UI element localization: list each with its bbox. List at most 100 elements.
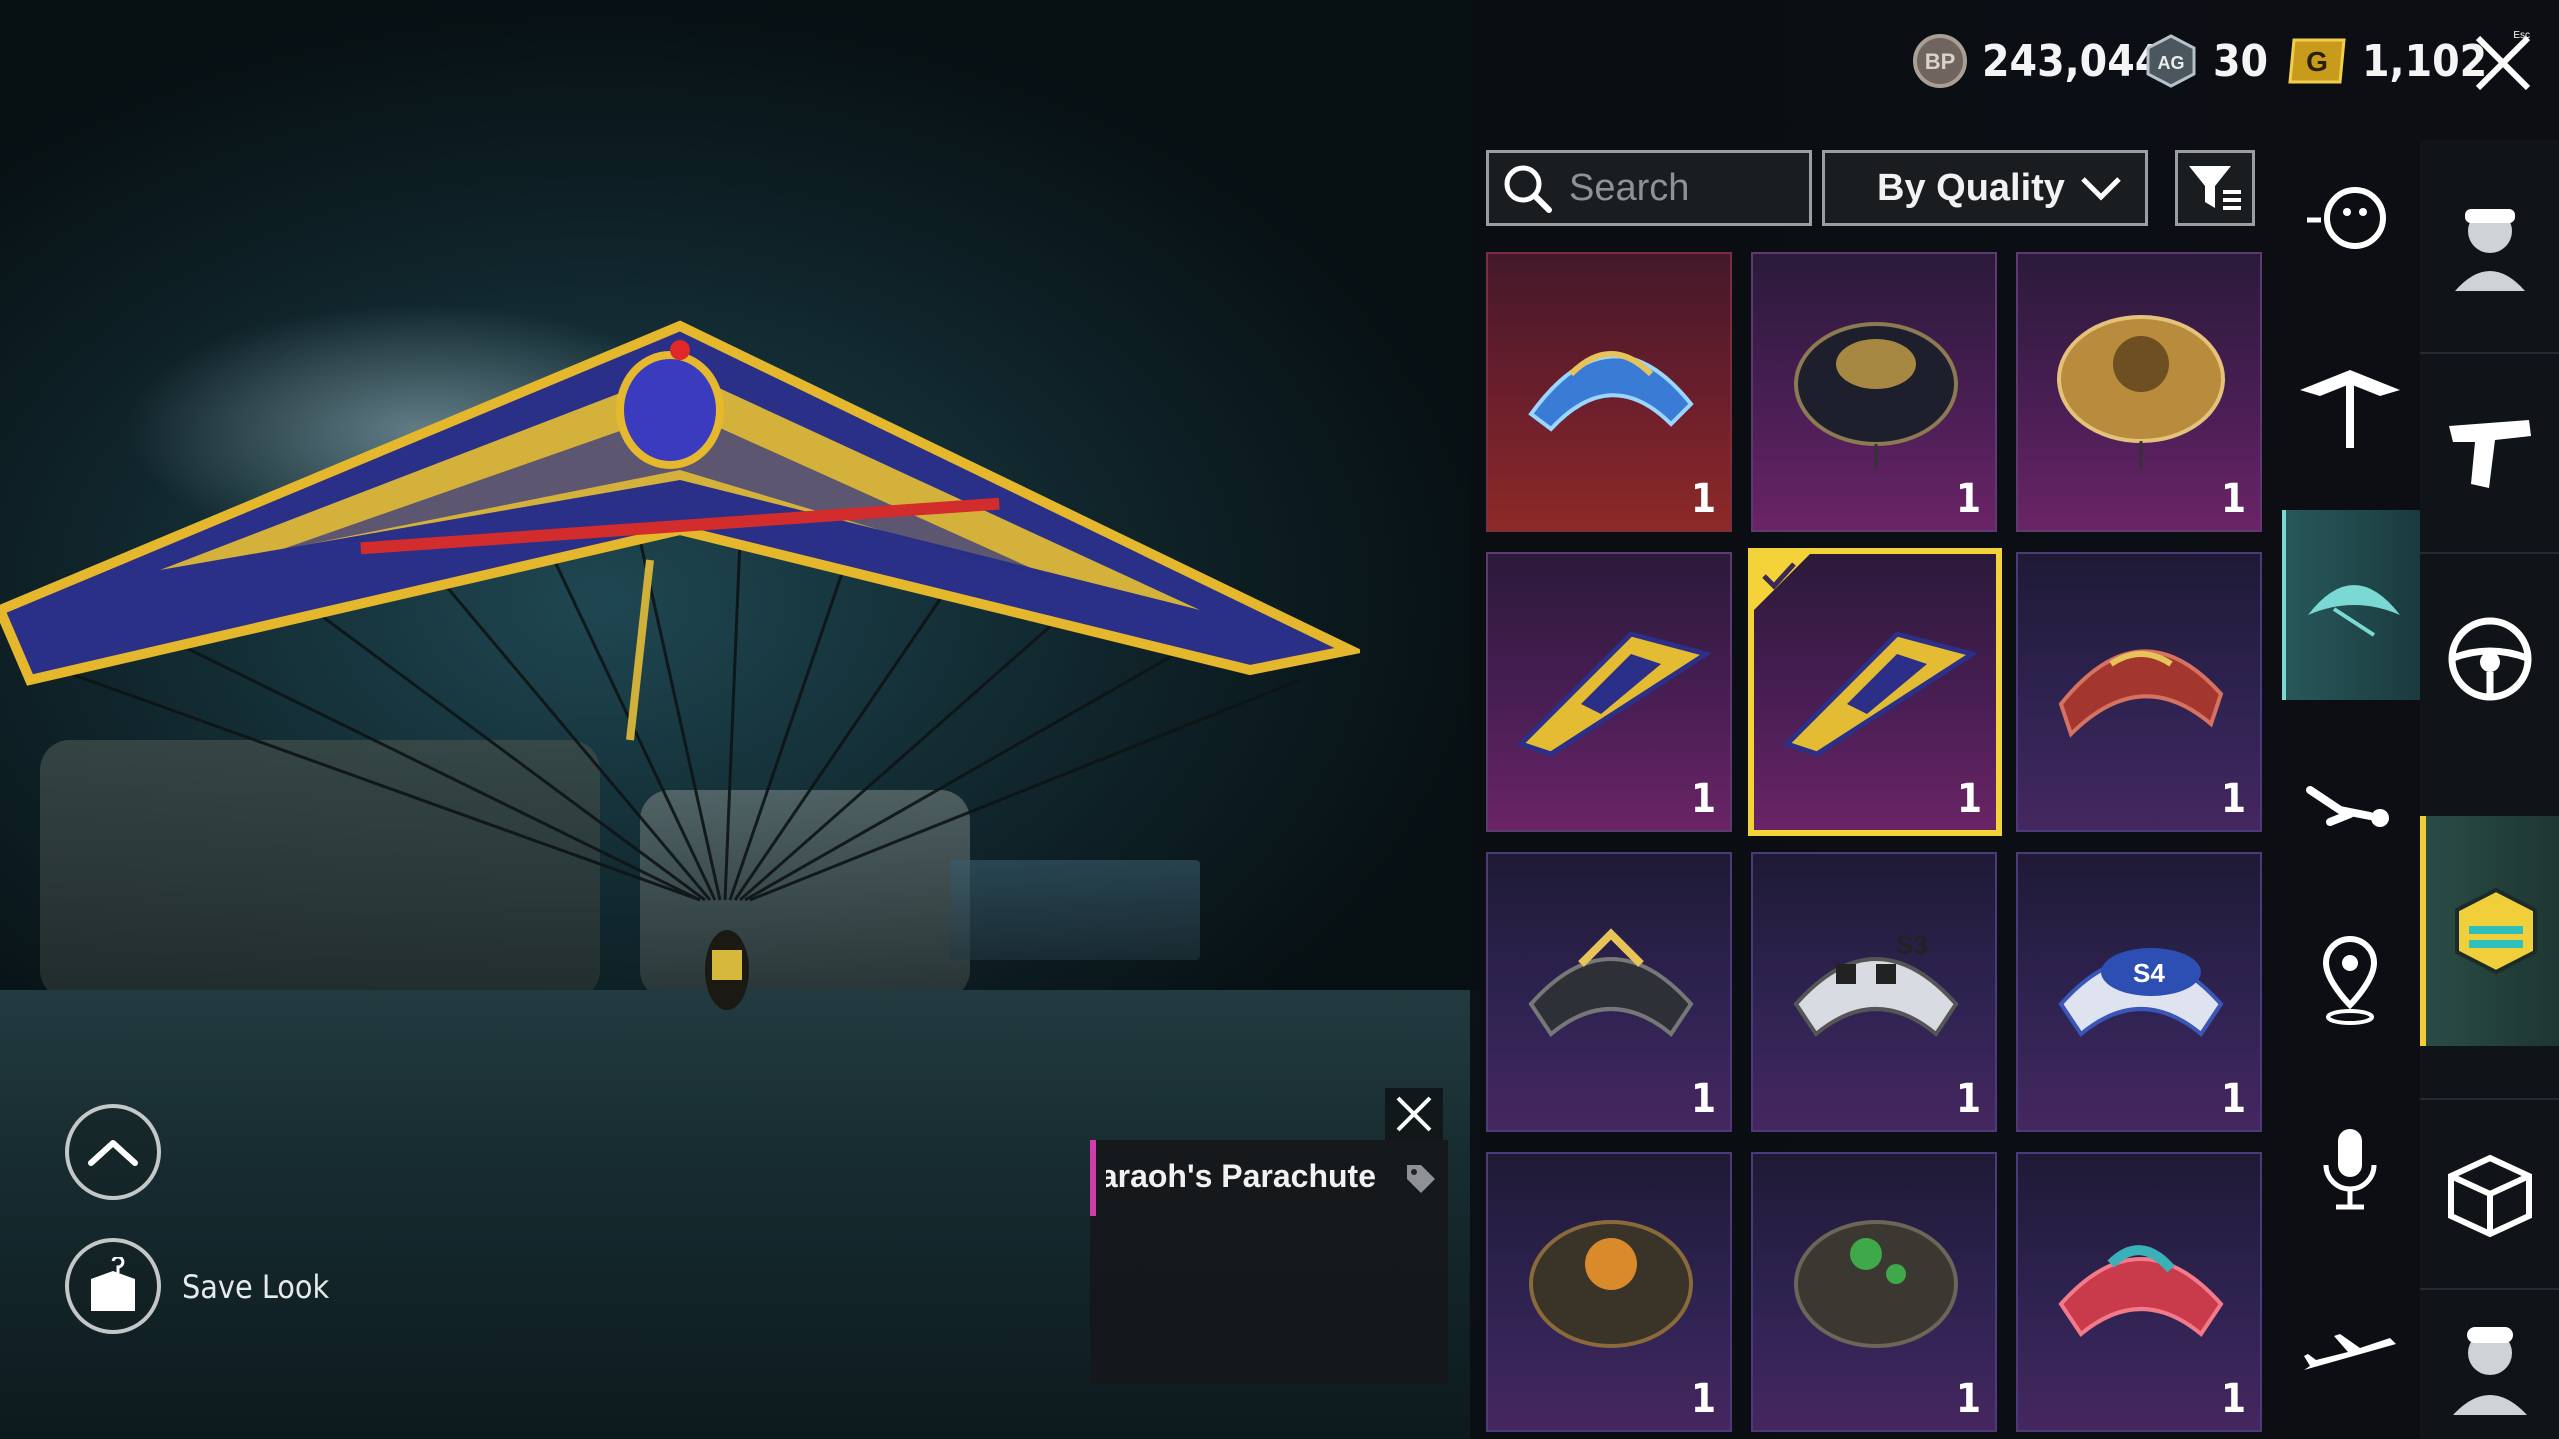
tab-divider (2420, 552, 2559, 554)
tab-crates[interactable] (2420, 1100, 2559, 1290)
tooltip-close-button[interactable] (1385, 1088, 1443, 1140)
currency-g: G 1,102 (2288, 30, 2487, 92)
pharaoh-glider-icon (1516, 631, 1711, 757)
quality-bar (1090, 1140, 1096, 1216)
item-tooltip: Pharaoh's Parachute ( (1090, 1140, 1448, 1384)
save-look-label: Save Look (182, 1268, 330, 1306)
currency-bp: BP 243,044 (1912, 30, 2162, 92)
tab-airplane[interactable] (2282, 1300, 2418, 1420)
green-camo-parachute-icon (1794, 1220, 1958, 1348)
item-slot[interactable]: 1 (1486, 852, 1732, 1132)
category-tabs-right (2420, 140, 2559, 1439)
filter-button[interactable] (2175, 150, 2255, 226)
item-quantity: 1 (1956, 776, 1982, 822)
search-box[interactable]: Search (1486, 150, 1812, 226)
tag-icon[interactable] (1404, 1162, 1438, 1196)
item-quantity: 1 (2220, 1076, 2246, 1122)
svg-text:S4: S4 (2133, 958, 2165, 988)
microphone-icon (2323, 1129, 2377, 1210)
tab-weapons[interactable] (2420, 352, 2559, 552)
sort-dropdown[interactable]: By Quality (1822, 150, 2148, 226)
tab-parachute[interactable] (2282, 510, 2422, 700)
dark-gold-parachute-icon (1528, 928, 1694, 1037)
item-slot[interactable]: S4 1 (2016, 852, 2262, 1132)
item-slot[interactable]: 1 (2016, 1152, 2262, 1432)
g-coin-icon: G (2288, 38, 2346, 84)
item-slot[interactable]: 1 (1751, 252, 1997, 532)
item-quantity: 1 (1690, 776, 1716, 822)
item-quantity: 1 (1955, 476, 1981, 522)
item-quantity: 1 (1690, 476, 1716, 522)
tab-location[interactable] (2282, 910, 2418, 1050)
location-pin-icon (2322, 935, 2378, 1025)
item-quantity: 1 (2220, 476, 2246, 522)
pistol-icon (2448, 420, 2531, 488)
item-quantity: 1 (1955, 1076, 1981, 1122)
item-grid: 1 1 1 1 1 1 1 S3 1 S4 1 1 1 1 (1486, 252, 2262, 1439)
emote-icon (2307, 187, 2386, 249)
item-slot[interactable]: 1 (1486, 552, 1732, 832)
g-value: 1,102 (2362, 35, 2488, 87)
airplane-icon (2304, 1334, 2396, 1370)
expand-up-button[interactable] (65, 1104, 161, 1200)
steering-wheel-icon (2448, 617, 2531, 701)
item-name: Pharaoh's Parachute ( (1106, 1158, 1376, 1194)
tab-vehicles[interactable] (2420, 554, 2559, 764)
item-slot[interactable]: S3 1 (1751, 852, 1997, 1132)
item-quantity: 1 (1690, 1076, 1716, 1122)
hanger-shirt-icon (91, 1257, 135, 1311)
tab-special[interactable] (2420, 816, 2559, 1046)
red-striped-parachute-icon (2058, 649, 2224, 738)
svg-text:BP: BP (1925, 49, 1956, 74)
esc-hint: Esc (2513, 30, 2530, 41)
golden-pattern-parachute-icon (2057, 315, 2225, 469)
tab-character[interactable] (2420, 1290, 2559, 1439)
ag-token-icon: AG (2146, 34, 2196, 88)
bp-value: 243,044 (1982, 35, 2163, 87)
character-icon (2452, 1326, 2527, 1415)
tab-divider (2420, 352, 2559, 354)
parachute-icon (2308, 585, 2400, 637)
item-quantity: 1 (2220, 1376, 2246, 1422)
s4-blue-parachute-icon: S4 (2058, 948, 2224, 1037)
filter-icon (2189, 166, 2241, 210)
tab-outfit[interactable] (2420, 140, 2559, 350)
search-placeholder: Search (1569, 166, 1690, 209)
bp-coin-icon: BP (1913, 34, 1967, 88)
item-slot[interactable]: 1 (1486, 1152, 1732, 1432)
skydive-icon (2306, 786, 2389, 827)
s3-checkered-parachute-icon: S3 (1793, 930, 1959, 1037)
tab-glider[interactable] (2282, 340, 2418, 480)
chevron-down-icon (2081, 177, 2121, 201)
tab-voice[interactable] (2282, 1100, 2418, 1240)
close-icon: Esc (2475, 30, 2531, 91)
search-icon (1504, 165, 1552, 213)
item-quantity: 1 (2220, 776, 2246, 822)
pharaoh-glider-icon (1782, 631, 1977, 757)
hexagon-badge-icon (2454, 887, 2537, 975)
outfit-icon (2454, 209, 2525, 291)
item-slot[interactable]: 1 (2016, 252, 2262, 532)
sort-selected: By Quality (1877, 166, 2065, 209)
close-button[interactable]: Esc (2472, 28, 2536, 92)
item-slot[interactable]: 1 (2016, 552, 2262, 832)
item-slot-selected[interactable]: 1 (1748, 548, 2002, 836)
tab-divider (2420, 1098, 2559, 1100)
item-slot[interactable]: 1 (1751, 1152, 1997, 1432)
tab-divider (2420, 1288, 2559, 1290)
tab-skydive[interactable] (2282, 730, 2418, 880)
chevron-up-icon (88, 1140, 138, 1166)
ornate-dark-parachute-icon (1794, 322, 1958, 469)
save-look-button[interactable] (65, 1238, 161, 1334)
blue-dragon-parachute-icon (1528, 351, 1694, 432)
item-slot[interactable]: 1 (1486, 252, 1732, 532)
close-icon (1396, 1096, 1432, 1132)
category-tabs-left (2282, 150, 2422, 1439)
svg-text:G: G (2306, 46, 2328, 77)
red-graffiti-parachute-icon (2058, 1245, 2224, 1337)
s2-orange-parachute-icon (1529, 1220, 1693, 1348)
tab-emotes[interactable] (2282, 150, 2418, 290)
crate-icon (2447, 1154, 2532, 1238)
item-quantity: 1 (1690, 1376, 1716, 1422)
item-quantity: 1 (1955, 1376, 1981, 1422)
